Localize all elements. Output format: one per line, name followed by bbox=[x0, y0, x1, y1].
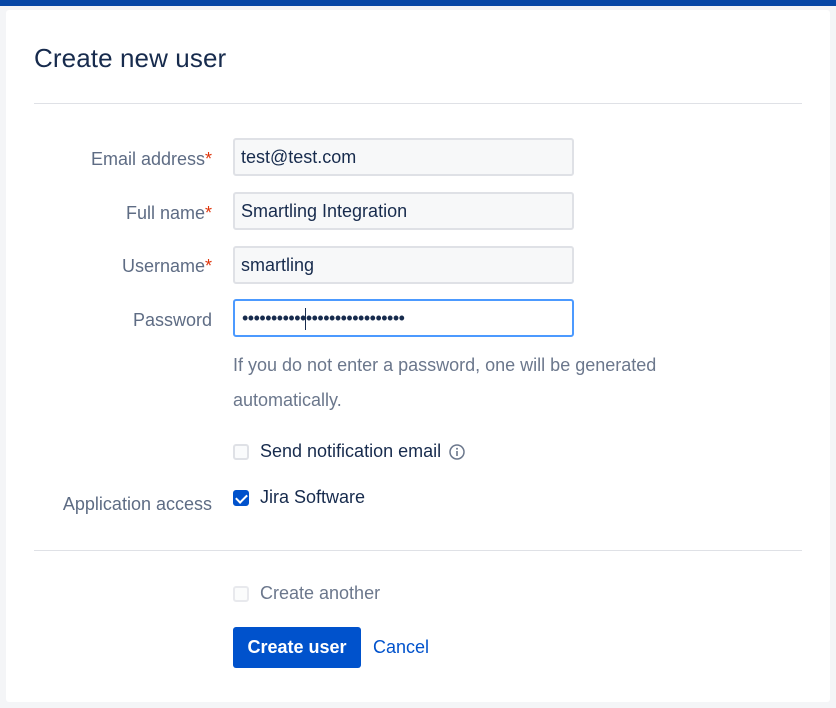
footer-divider bbox=[34, 550, 802, 551]
create-user-dialog: Create new user Email address* Full name… bbox=[6, 10, 830, 702]
send-notification-checkbox[interactable] bbox=[233, 443, 249, 460]
password-hint: If you do not enter a password, one will… bbox=[233, 355, 657, 410]
fullname-label: Full name* bbox=[125, 203, 212, 223]
password-masked-value: •••••••••••••••••••••••••••• bbox=[242, 308, 405, 328]
header-divider bbox=[34, 103, 802, 104]
email-field[interactable] bbox=[233, 138, 574, 176]
password-label: Password bbox=[132, 310, 212, 330]
jira-software-checkbox[interactable] bbox=[233, 489, 249, 506]
info-icon[interactable] bbox=[449, 443, 465, 460]
jira-software-label: Jira Software bbox=[260, 487, 366, 507]
application-access-label: Application access bbox=[62, 494, 212, 514]
required-mark: * bbox=[204, 149, 212, 169]
fullname-field[interactable] bbox=[233, 192, 574, 230]
email-label: Email address* bbox=[90, 149, 212, 169]
create-another-row: Create another bbox=[233, 583, 380, 604]
required-mark: * bbox=[204, 203, 212, 223]
create-user-button[interactable]: Create user bbox=[233, 627, 361, 668]
cancel-button[interactable]: Cancel bbox=[373, 637, 429, 658]
username-label: Username* bbox=[121, 256, 212, 276]
send-notification-label: Send notification email bbox=[260, 441, 442, 461]
dialog-title: Create new user bbox=[34, 43, 227, 73]
required-mark: * bbox=[204, 256, 212, 276]
create-another-checkbox[interactable] bbox=[233, 585, 249, 602]
top-accent-bar bbox=[0, 0, 836, 6]
text-caret bbox=[305, 308, 306, 330]
send-notification-row: Send notification email bbox=[233, 441, 465, 462]
jira-software-row: Jira Software bbox=[233, 487, 365, 508]
username-field[interactable] bbox=[233, 246, 574, 284]
password-field[interactable]: •••••••••••••••••••••••••••• bbox=[233, 299, 574, 337]
create-another-label: Create another bbox=[260, 583, 381, 603]
